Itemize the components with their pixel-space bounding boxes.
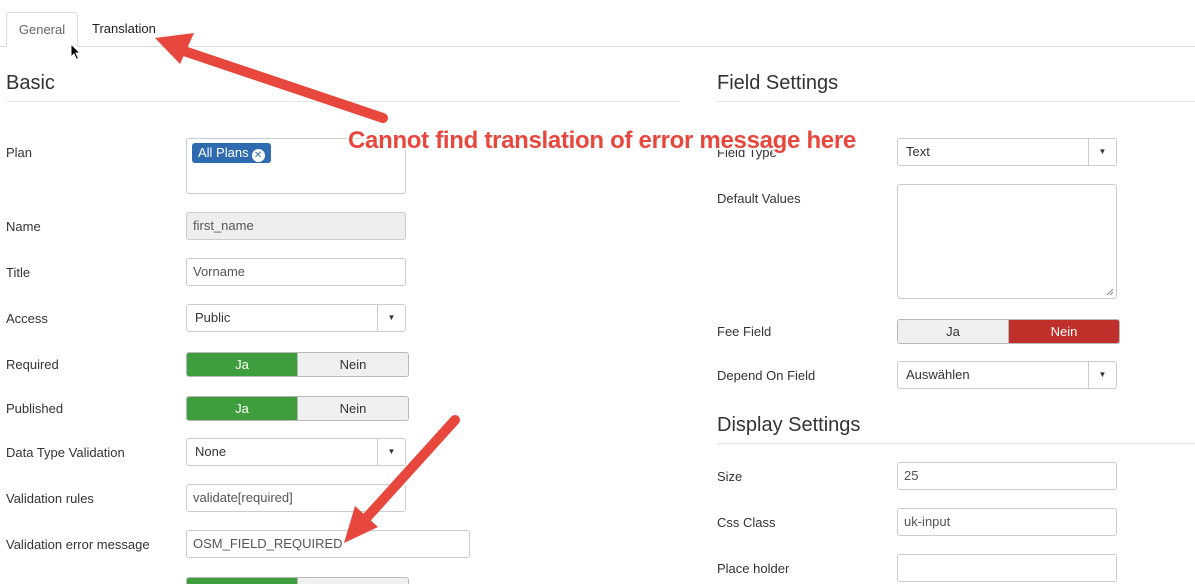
size-field[interactable]: 25 bbox=[897, 462, 1117, 490]
access-label: Access bbox=[6, 311, 48, 326]
mouse-pointer-icon bbox=[70, 43, 82, 61]
published-label: Published bbox=[6, 401, 64, 416]
depend-select[interactable]: Auswählen ▼ bbox=[897, 361, 1117, 389]
tab-general[interactable]: General bbox=[6, 12, 78, 47]
datatype-value: None bbox=[195, 444, 227, 459]
section-title-display-settings: Display Settings bbox=[717, 414, 861, 436]
plan-chip-label: All Plans bbox=[198, 145, 249, 160]
access-select[interactable]: Public ▼ bbox=[186, 304, 406, 332]
errmsg-label: Validation error message bbox=[6, 537, 150, 552]
next-toggle-partial bbox=[186, 577, 409, 584]
tab-bar: General Translation bbox=[0, 0, 1195, 47]
fee-yes-button[interactable]: Ja bbox=[898, 320, 1008, 343]
required-toggle: Ja Nein bbox=[186, 352, 409, 377]
annotation-callout: Cannot find translation of error message… bbox=[348, 127, 856, 154]
tab-translation[interactable]: Translation bbox=[80, 12, 168, 47]
chevron-down-icon: ▼ bbox=[377, 305, 405, 331]
published-toggle: Ja Nein bbox=[186, 396, 409, 421]
fieldtype-select[interactable]: Text ▼ bbox=[897, 138, 1117, 166]
published-yes-button[interactable]: Ja bbox=[187, 397, 297, 420]
fieldtype-value: Text bbox=[906, 144, 930, 159]
required-yes-button[interactable]: Ja bbox=[187, 353, 297, 376]
datatype-label: Data Type Validation bbox=[6, 445, 125, 460]
size-label: Size bbox=[717, 469, 743, 484]
default-values-textarea[interactable] bbox=[897, 184, 1117, 299]
fee-toggle: Ja Nein bbox=[897, 319, 1120, 344]
next-yes-button[interactable] bbox=[187, 578, 297, 584]
chevron-down-icon: ▼ bbox=[377, 439, 405, 465]
published-no-button[interactable]: Nein bbox=[297, 397, 408, 420]
fee-no-button[interactable]: Nein bbox=[1008, 320, 1119, 343]
chevron-down-icon: ▼ bbox=[1088, 362, 1116, 388]
remove-chip-icon[interactable]: ✕ bbox=[251, 149, 265, 162]
resize-grip-icon[interactable] bbox=[1106, 288, 1114, 296]
depend-label: Depend On Field bbox=[717, 368, 816, 383]
placeholder-label: Place holder bbox=[717, 561, 790, 576]
next-no-button[interactable] bbox=[297, 578, 408, 584]
default-values-label: Default Values bbox=[717, 191, 801, 206]
title-field[interactable]: Vorname bbox=[186, 258, 406, 286]
rules-field[interactable]: validate[required] bbox=[186, 484, 406, 512]
section-title-field-settings: Field Settings bbox=[717, 72, 839, 94]
depend-value: Auswählen bbox=[906, 367, 970, 382]
rules-label: Validation rules bbox=[6, 491, 94, 506]
section-divider bbox=[6, 101, 680, 102]
placeholder-field[interactable] bbox=[897, 554, 1117, 582]
plan-chip: All Plans ✕ bbox=[192, 143, 271, 163]
title-label: Title bbox=[6, 265, 31, 280]
required-label: Required bbox=[6, 357, 59, 372]
fee-label: Fee Field bbox=[717, 324, 772, 339]
datatype-select[interactable]: None ▼ bbox=[186, 438, 406, 466]
css-class-label: Css Class bbox=[717, 515, 776, 530]
required-no-button[interactable]: Nein bbox=[297, 353, 408, 376]
errmsg-field[interactable]: OSM_FIELD_REQUIRED bbox=[186, 530, 470, 558]
section-title-basic: Basic bbox=[6, 72, 55, 94]
access-value: Public bbox=[195, 310, 231, 325]
plan-label: Plan bbox=[6, 145, 33, 160]
chevron-down-icon: ▼ bbox=[1088, 139, 1116, 165]
name-label: Name bbox=[6, 219, 41, 234]
section-divider bbox=[717, 443, 1195, 444]
section-divider bbox=[717, 101, 1195, 102]
name-field[interactable]: first_name bbox=[186, 212, 406, 240]
css-class-field[interactable]: uk-input bbox=[897, 508, 1117, 536]
